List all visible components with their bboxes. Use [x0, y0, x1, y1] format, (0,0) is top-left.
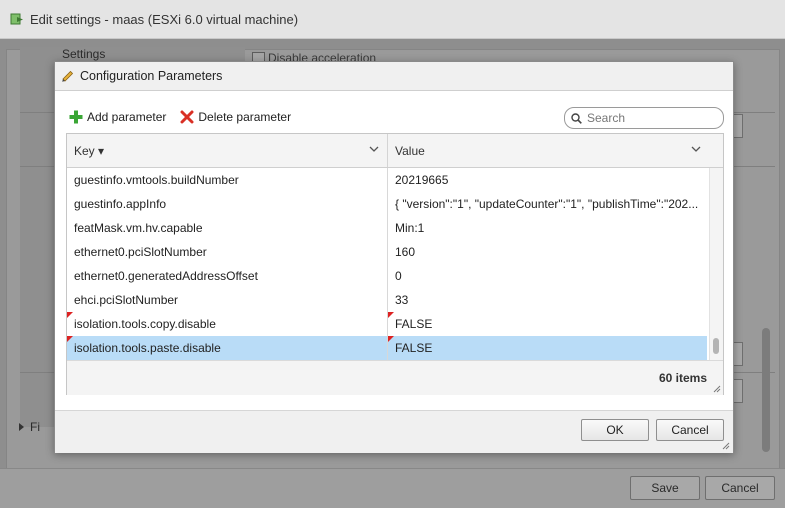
key-cell[interactable]: ehci.pciSlotNumber — [67, 288, 388, 312]
value-cell[interactable]: Min:1 — [388, 216, 707, 240]
grid-footer: 60 items — [67, 360, 723, 395]
value-cell[interactable]: 160 — [388, 240, 707, 264]
key-cell[interactable]: ethernet0.generatedAddressOffset — [67, 264, 388, 288]
search-box[interactable] — [564, 107, 724, 129]
edit-settings-titlebar: Edit settings - maas (ESXi 6.0 virtual m… — [0, 0, 785, 39]
search-icon — [571, 112, 582, 124]
grid-scrollbar[interactable] — [709, 168, 723, 360]
table-row[interactable]: ethernet0.pciSlotNumber 160 — [67, 240, 707, 264]
grid-scrollbar-thumb[interactable] — [713, 338, 719, 354]
item-count: 60 items — [658, 371, 707, 385]
value-text: FALSE — [395, 341, 433, 355]
cancel-button[interactable]: Cancel — [656, 419, 724, 441]
chevron-down-icon[interactable] — [691, 146, 701, 153]
value-text: FALSE — [395, 317, 433, 331]
modified-flag-icon — [388, 312, 394, 318]
value-text: 160 — [395, 245, 416, 259]
key-text: guestinfo.vmtools.buildNumber — [74, 173, 239, 187]
value-column-label: Value — [395, 143, 425, 158]
key-text: isolation.tools.copy.disable — [74, 317, 216, 331]
vm-settings-icon — [10, 13, 23, 25]
value-cell[interactable]: FALSE — [388, 312, 707, 336]
edit-settings-title: Edit settings - maas (ESXi 6.0 virtual m… — [30, 11, 299, 27]
value-cell[interactable]: 0 — [388, 264, 707, 288]
table-row[interactable]: ehci.pciSlotNumber 33 — [67, 288, 707, 312]
parameters-grid: Key ▾ Value guestinfo.vmtools.buildNumbe… — [66, 133, 724, 395]
delete-icon — [180, 110, 194, 124]
add-parameter-button[interactable]: Add parameter — [69, 110, 166, 124]
save-button[interactable]: Save — [630, 476, 700, 500]
value-cell[interactable]: 33 — [388, 288, 707, 312]
parameter-toolbar: Add parameter Delete parameter — [69, 107, 305, 127]
delete-parameter-label: Delete parameter — [198, 110, 292, 124]
table-row[interactable]: isolation.tools.copy.disable FALSE — [67, 312, 707, 336]
key-cell[interactable]: isolation.tools.copy.disable — [67, 312, 388, 336]
background-cancel-button[interactable]: Cancel — [705, 476, 775, 500]
grid-header: Key ▾ Value — [67, 134, 723, 168]
key-cell[interactable]: guestinfo.appInfo — [67, 192, 388, 216]
configuration-parameters-dialog: Configuration Parameters Add parameter D… — [54, 61, 734, 453]
grid-body: guestinfo.vmtools.buildNumber 20219665 gue… — [67, 168, 707, 360]
add-icon — [69, 110, 83, 124]
key-cell[interactable]: ethernet0.pciSlotNumber — [67, 240, 388, 264]
value-column-header[interactable]: Value — [388, 134, 723, 167]
expand-arrow-icon[interactable] — [19, 423, 24, 431]
table-row[interactable]: isolation.tools.paste.disable FALSE — [67, 336, 707, 360]
value-cell[interactable]: FALSE — [388, 336, 707, 360]
key-cell[interactable]: guestinfo.vmtools.buildNumber — [67, 168, 388, 192]
value-text: { "version":"1", "updateCounter":"1", "p… — [395, 197, 699, 211]
dialog-title: Configuration Parameters — [80, 69, 223, 83]
resize-grip-icon[interactable] — [713, 385, 721, 393]
key-text: guestinfo.appInfo — [74, 197, 167, 211]
chevron-down-icon[interactable] — [369, 146, 379, 153]
table-row[interactable]: guestinfo.vmtools.buildNumber 20219665 — [67, 168, 707, 192]
collapsed-section-label[interactable]: Fi — [30, 420, 40, 434]
table-row[interactable]: featMask.vm.hv.capable Min:1 — [67, 216, 707, 240]
key-text: isolation.tools.paste.disable — [74, 341, 221, 355]
value-text: 33 — [395, 293, 409, 307]
key-text: ethernet0.pciSlotNumber — [74, 245, 207, 259]
value-cell[interactable]: 20219665 — [388, 168, 707, 192]
key-column-header[interactable]: Key ▾ — [67, 134, 388, 167]
value-text: 0 — [395, 269, 402, 283]
settings-label: Settings — [62, 47, 106, 61]
key-cell[interactable]: isolation.tools.paste.disable — [67, 336, 388, 360]
key-cell[interactable]: featMask.vm.hv.capable — [67, 216, 388, 240]
modified-flag-icon — [67, 336, 73, 342]
modified-flag-icon — [388, 336, 394, 342]
search-input[interactable] — [585, 110, 717, 126]
modified-flag-icon — [67, 312, 73, 318]
pencil-icon — [62, 70, 74, 82]
add-parameter-label: Add parameter — [87, 110, 167, 124]
table-row[interactable]: guestinfo.appInfo { "version":"1", "updat… — [67, 192, 707, 216]
dialog-titlebar[interactable]: Configuration Parameters — [55, 62, 733, 91]
resize-grip-icon[interactable] — [722, 442, 730, 450]
key-text: featMask.vm.hv.capable — [74, 221, 203, 235]
value-cell[interactable]: { "version":"1", "updateCounter":"1", "p… — [388, 192, 707, 216]
delete-parameter-button[interactable]: Delete parameter — [180, 110, 291, 124]
ok-button[interactable]: OK — [581, 419, 649, 441]
value-text: Min:1 — [395, 221, 425, 235]
value-text: 20219665 — [395, 173, 449, 187]
table-row[interactable]: ethernet0.generatedAddressOffset 0 — [67, 264, 707, 288]
key-text: ethernet0.generatedAddressOffset — [74, 269, 258, 283]
key-column-label: Key ▾ — [74, 143, 105, 158]
background-scrollbar[interactable] — [762, 328, 770, 452]
dialog-footer: OK Cancel — [55, 410, 733, 453]
key-text: ehci.pciSlotNumber — [74, 293, 179, 307]
